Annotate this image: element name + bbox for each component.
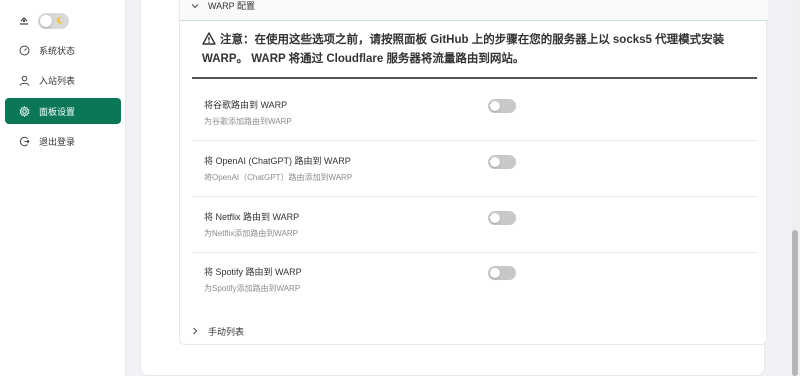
warp-config-panel: WARP 配置 注意：在使用这些选项之前，请按照面板 GitHub 上的步骤在您… [179, 0, 768, 345]
sidebar-item-label: 面板设置 [39, 106, 76, 117]
sidebar-item-panel-settings[interactable]: 面板设置 [5, 98, 121, 124]
sidebar-item-logout[interactable]: 退出登录 [5, 128, 121, 154]
sidebar-item-system-status[interactable]: 系统状态 [5, 37, 121, 63]
scrollbar-thumb[interactable] [792, 230, 798, 376]
switch-knob [490, 268, 500, 278]
user-icon [19, 75, 30, 86]
setting-title: 将 Spotify 路由到 WARP [204, 267, 302, 277]
setting-row-netflix: 将 Netflix 路由到 WARP 为Netflix添加路由到WARP [192, 197, 757, 253]
moon-icon [56, 16, 63, 24]
setting-description: 为Spotify添加路由到WARP [204, 284, 301, 293]
settings-icon [19, 105, 30, 117]
sidebar-item-inbounds[interactable]: 入站列表 [5, 67, 121, 93]
logout-icon [19, 136, 30, 146]
setting-row-openai: 将 OpenAI (ChatGPT) 路由到 WARP 将OpenAI（Chat… [192, 141, 757, 197]
manual-list-label: 手动列表 [208, 326, 245, 337]
setting-description: 将OpenAI（ChatGPT）路由添加到WARP [204, 173, 353, 182]
setting-title: 将 Netflix 路由到 WARP [204, 212, 300, 222]
spotify-warp-switch[interactable] [488, 266, 516, 280]
warning-line-2: WARP。 WARP 将通过 Cloudflare 服务器将流量路由到网站。 [202, 53, 525, 65]
switch-knob [490, 157, 500, 167]
sidebar-item-label: 退出登录 [39, 136, 76, 147]
manual-list-header[interactable]: 手动列表 [180, 317, 768, 345]
switch-knob [490, 213, 500, 223]
main-content: WARP 配置 注意：在使用这些选项之前，请按照面板 GitHub 上的步骤在您… [126, 0, 790, 376]
sidebar: 系统状态 入站列表 面板设置 退出登录 [0, 0, 126, 376]
chevron-down-icon [191, 3, 199, 8]
sun-icon [20, 17, 28, 25]
theme-toggle[interactable] [38, 13, 69, 29]
page-scrollbar[interactable] [790, 0, 800, 376]
warning-icon [202, 32, 216, 45]
settings-card: WARP 配置 注意：在使用这些选项之前，请按照面板 GitHub 上的步骤在您… [140, 0, 768, 376]
switch-knob [490, 101, 500, 111]
chevron-right-icon [193, 327, 198, 335]
openai-warp-switch[interactable] [488, 155, 516, 169]
theme-toggle-knob [40, 15, 52, 27]
google-warp-switch[interactable] [488, 99, 516, 113]
setting-description: 为谷歌添加路由到WARP [204, 117, 292, 126]
warp-config-header[interactable]: WARP 配置 [180, 0, 768, 21]
setting-row-google: 将谷歌路由到 WARP 为谷歌添加路由到WARP [192, 85, 757, 141]
panel-title: WARP 配置 [208, 1, 256, 11]
theme-switcher [18, 11, 69, 31]
warning-message: 注意：在使用这些选项之前，请按照面板 GitHub 上的步骤在您的服务器上以 s… [192, 31, 757, 79]
dashboard-icon [19, 45, 30, 55]
setting-title: 将 OpenAI (ChatGPT) 路由到 WARP [204, 156, 351, 166]
sidebar-item-label: 入站列表 [39, 75, 76, 86]
netflix-warp-switch[interactable] [488, 211, 516, 225]
setting-row-spotify: 将 Spotify 路由到 WARP 为Spotify添加路由到WARP [192, 252, 757, 308]
setting-description: 为Netflix添加路由到WARP [204, 229, 298, 238]
warning-line-1: 注意：在使用这些选项之前，请按照面板 GitHub 上的步骤在您的服务器上以 s… [220, 34, 725, 46]
setting-title: 将谷歌路由到 WARP [204, 100, 288, 110]
sidebar-item-label: 系统状态 [39, 45, 76, 56]
